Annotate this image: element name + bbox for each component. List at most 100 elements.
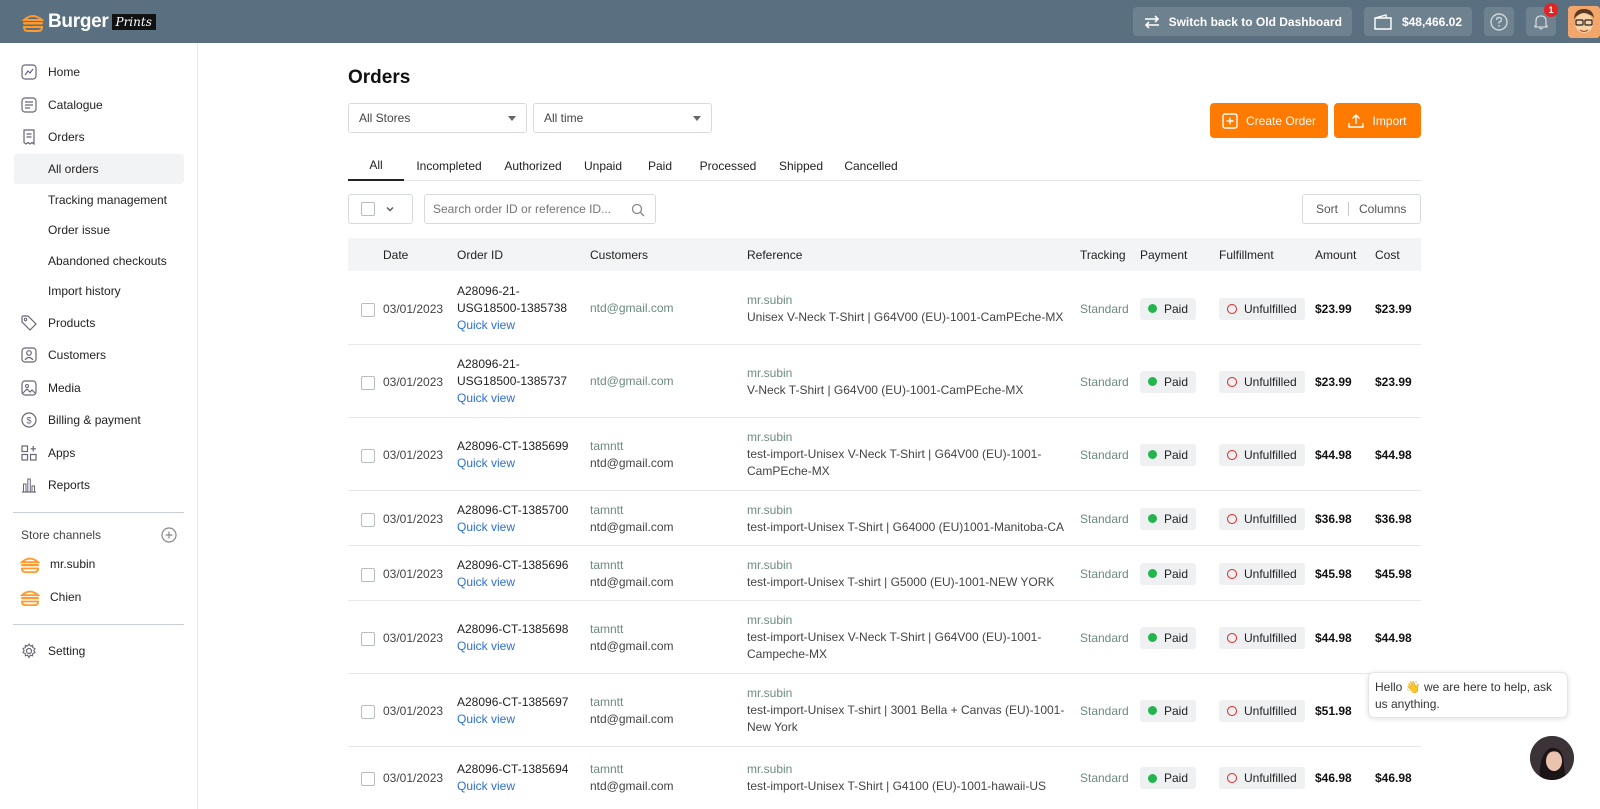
quick-view-link[interactable]: Quick view <box>457 711 568 728</box>
sidebar-item-apps[interactable]: Apps <box>14 438 184 468</box>
order-amount: $51.98 <box>1315 703 1352 718</box>
row-checkbox[interactable] <box>361 704 375 719</box>
columns-button[interactable]: Columns <box>1359 202 1406 216</box>
header-cost: Cost <box>1375 248 1400 262</box>
table-row[interactable]: 03/01/2023 A28096-CT-1385697 Quick view … <box>348 674 1421 747</box>
tab-processed[interactable]: Processed <box>692 151 764 180</box>
row-checkbox[interactable] <box>361 302 375 317</box>
table-row[interactable]: 03/01/2023 A28096-CT-1385699 Quick view … <box>348 418 1421 491</box>
sidebar-sub-tracking-management[interactable]: Tracking management <box>14 185 184 215</box>
table-row[interactable]: 03/01/2023 A28096-CT-1385696 Quick view … <box>348 546 1421 601</box>
brand-logo[interactable]: Burger Prints <box>22 11 156 33</box>
order-id[interactable]: A28096-CT-1385696 <box>457 557 568 574</box>
row-checkbox[interactable] <box>361 375 375 390</box>
table-row[interactable]: 03/01/2023 A28096-CT-1385694 Quick view … <box>348 747 1421 809</box>
table-row[interactable]: 03/01/2023 A28096-CT-1385700 Quick view … <box>348 491 1421 546</box>
tag-icon <box>20 314 38 332</box>
customer-email[interactable]: ntd@gmail.com <box>590 455 674 472</box>
create-order-button[interactable]: Create Order <box>1210 103 1328 138</box>
quick-view-link[interactable]: Quick view <box>457 317 567 334</box>
customer-name[interactable]: tamntt <box>590 761 674 778</box>
add-store-icon[interactable] <box>161 527 177 543</box>
customer-email[interactable]: ntd@gmail.com <box>590 778 674 795</box>
customer-email[interactable]: ntd@gmail.com <box>590 638 674 655</box>
order-id-continued[interactable]: USG18500-1385737 <box>457 373 567 390</box>
sidebar-item-setting[interactable]: Setting <box>14 636 184 666</box>
quick-view-link[interactable]: Quick view <box>457 574 568 591</box>
sidebar-item-products[interactable]: Products <box>14 308 184 338</box>
tab-shipped[interactable]: Shipped <box>772 151 830 180</box>
row-checkbox[interactable] <box>361 448 375 463</box>
customer-name[interactable]: tamntt <box>590 438 674 455</box>
payment-status-badge: Paid <box>1140 767 1197 789</box>
order-id[interactable]: A28096-CT-1385698 <box>457 621 568 638</box>
switch-dashboard-button[interactable]: Switch back to Old Dashboard <box>1132 7 1352 36</box>
chat-support-avatar[interactable] <box>1530 736 1574 780</box>
header-order-id: Order ID <box>457 248 504 262</box>
balance-amount: $48,466.02 <box>1401 14 1462 29</box>
sidebar-sub-abandoned-checkouts[interactable]: Abandoned checkouts <box>14 246 184 276</box>
order-id[interactable]: A28096-CT-1385694 <box>457 761 568 778</box>
quick-view-link[interactable]: Quick view <box>457 455 568 472</box>
quick-view-link[interactable]: Quick view <box>457 778 568 795</box>
quick-view-link[interactable]: Quick view <box>457 638 568 655</box>
customer-email[interactable]: ntd@gmail.com <box>590 711 674 728</box>
order-id[interactable]: A28096-CT-1385699 <box>457 438 568 455</box>
tab-authorized[interactable]: Authorized <box>496 151 570 180</box>
bulk-select-dropdown[interactable] <box>348 194 413 224</box>
table-row[interactable]: 03/01/2023 A28096-21- USG18500-1385737 Q… <box>348 345 1421 418</box>
chat-bubble[interactable]: Hello 👋 we are here to help, ask us anyt… <box>1368 672 1568 718</box>
tracking-method: Standard <box>1080 771 1129 785</box>
wallet-balance[interactable]: $48,466.02 <box>1363 7 1472 36</box>
tab-unpaid[interactable]: Unpaid <box>578 151 628 180</box>
tab-cancelled[interactable]: Cancelled <box>838 151 904 180</box>
order-id[interactable]: A28096-21- <box>457 356 567 373</box>
help-button[interactable] <box>1484 7 1514 36</box>
customer-email[interactable]: ntd@gmail.com <box>590 300 674 317</box>
sidebar-item-customers[interactable]: Customers <box>14 340 184 370</box>
store-filter-select[interactable]: All Stores <box>348 103 527 133</box>
customer-name[interactable]: tamntt <box>590 694 674 711</box>
tab-all[interactable]: All <box>348 151 404 181</box>
tab-incompleted[interactable]: Incompleted <box>410 151 488 180</box>
customer-name[interactable]: tamntt <box>590 621 674 638</box>
user-avatar[interactable] <box>1568 5 1600 38</box>
customer-email[interactable]: ntd@gmail.com <box>590 373 674 390</box>
store-channel-chien[interactable]: Chien <box>20 588 81 606</box>
customer-name[interactable]: tamntt <box>590 557 674 574</box>
store-channel-mr-subin[interactable]: mr.subin <box>20 555 95 573</box>
row-checkbox[interactable] <box>361 512 375 527</box>
select-all-checkbox[interactable] <box>361 202 375 216</box>
time-filter-select[interactable]: All time <box>533 103 712 133</box>
order-id[interactable]: A28096-21- <box>457 283 567 300</box>
customer-email[interactable]: ntd@gmail.com <box>590 519 674 536</box>
customer-email[interactable]: ntd@gmail.com <box>590 574 674 591</box>
sidebar-sub-all-orders[interactable]: All orders <box>14 154 184 184</box>
sidebar-sub-order-issue[interactable]: Order issue <box>14 215 184 245</box>
table-row[interactable]: 03/01/2023 A28096-CT-1385698 Quick view … <box>348 601 1421 674</box>
reference-product: test-import-Unisex T-shirt | G5000 (EU)-… <box>747 574 1055 589</box>
sidebar-item-reports[interactable]: Reports <box>14 470 184 500</box>
notifications-button[interactable]: 1 <box>1526 3 1558 36</box>
sidebar-item-billing[interactable]: $ Billing & payment <box>14 405 184 435</box>
row-checkbox[interactable] <box>361 567 375 582</box>
customer-name[interactable]: tamntt <box>590 502 674 519</box>
row-checkbox[interactable] <box>361 772 375 786</box>
sort-button[interactable]: Sort <box>1316 202 1338 216</box>
tab-paid[interactable]: Paid <box>638 151 682 180</box>
quick-view-link[interactable]: Quick view <box>457 390 567 407</box>
order-status-tabs: All Incompleted Authorized Unpaid Paid P… <box>348 151 1421 181</box>
order-id-continued[interactable]: USG18500-1385738 <box>457 300 567 317</box>
sidebar-sub-import-history[interactable]: Import history <box>14 276 184 306</box>
quick-view-link[interactable]: Quick view <box>457 519 568 536</box>
sidebar-item-catalogue[interactable]: Catalogue <box>14 90 184 120</box>
table-row[interactable]: 03/01/2023 A28096-21- USG18500-1385738 Q… <box>348 272 1421 345</box>
import-button[interactable]: Import <box>1334 103 1421 138</box>
sidebar-item-media[interactable]: Media <box>14 373 184 403</box>
order-id[interactable]: A28096-CT-1385700 <box>457 502 568 519</box>
sidebar-item-orders[interactable]: Orders <box>14 122 184 152</box>
row-checkbox[interactable] <box>361 631 375 646</box>
order-id[interactable]: A28096-CT-1385697 <box>457 694 568 711</box>
search-input[interactable] <box>433 202 623 216</box>
sidebar-item-home[interactable]: Home <box>14 57 184 87</box>
